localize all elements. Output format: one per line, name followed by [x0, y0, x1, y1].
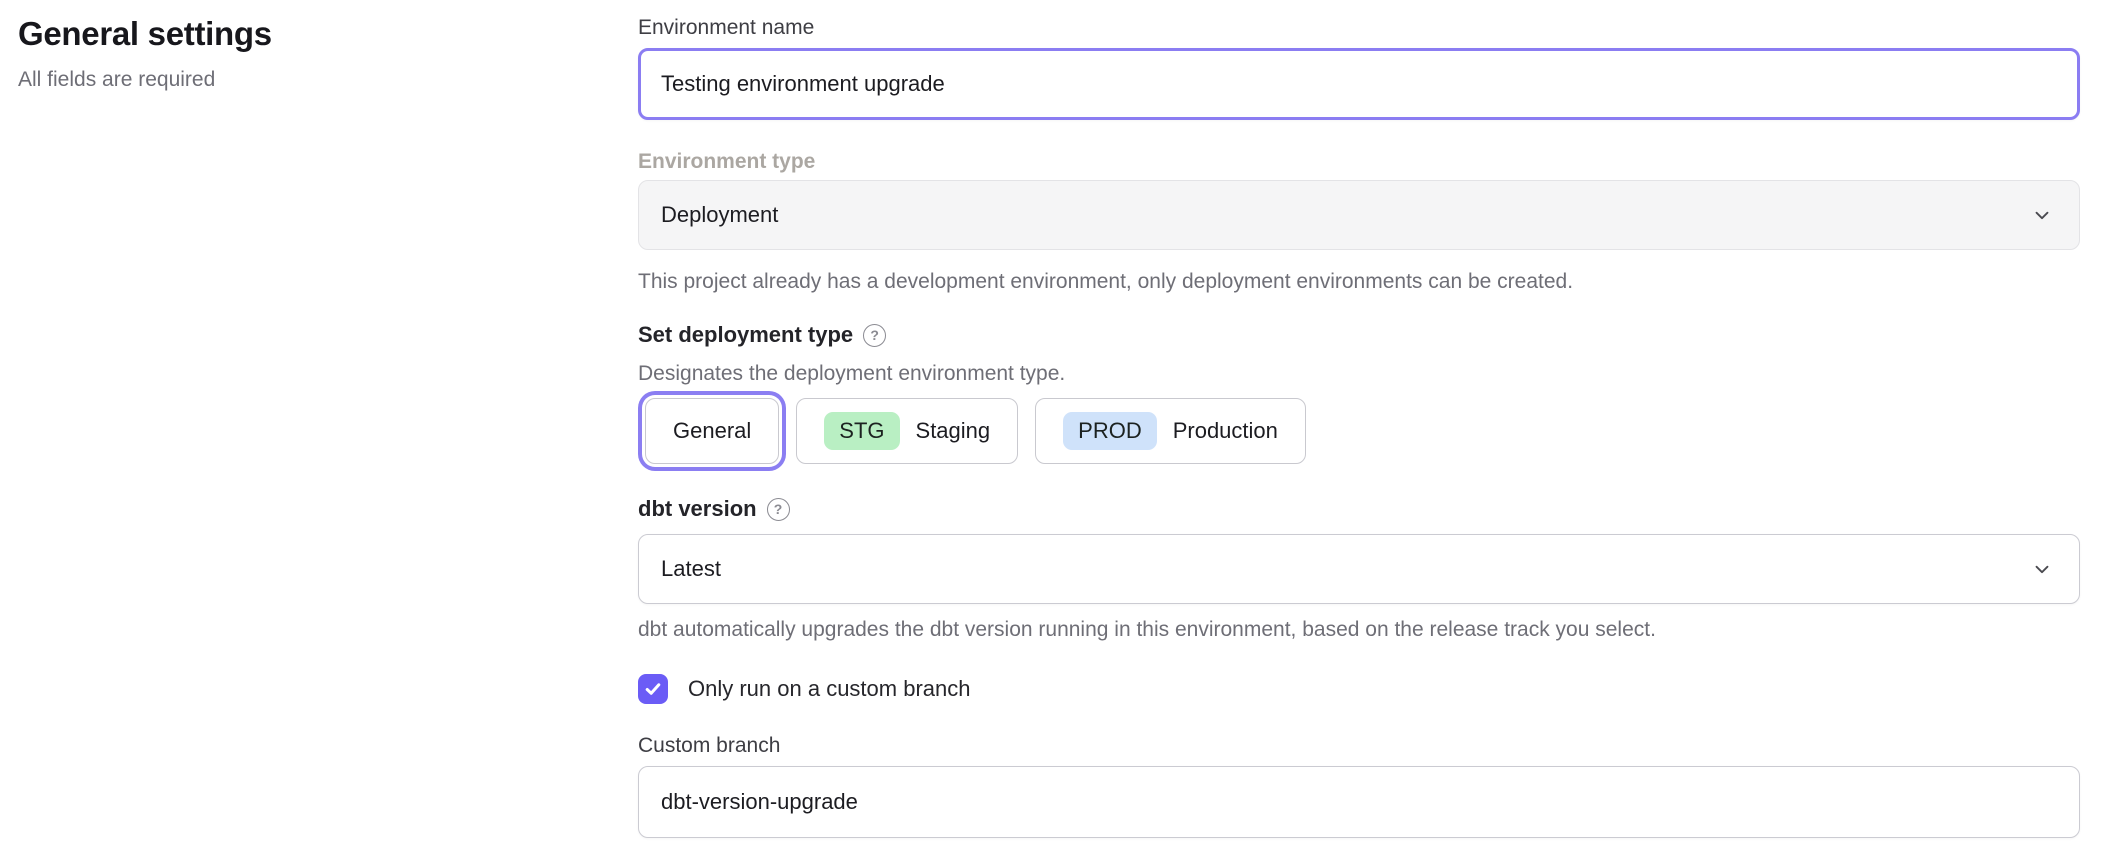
staging-badge: STG [824, 412, 899, 450]
custom-branch-input[interactable] [638, 766, 2080, 838]
dbt-version-help-text: dbt automatically upgrades the dbt versi… [638, 616, 2080, 644]
help-icon[interactable]: ? [767, 498, 790, 521]
production-badge: PROD [1063, 412, 1157, 450]
chevron-down-icon [2031, 558, 2053, 580]
deployment-type-description: Designates the deployment environment ty… [638, 360, 2080, 388]
environment-type-select[interactable]: Deployment [638, 180, 2080, 250]
custom-branch-toggle-label[interactable]: Only run on a custom branch [688, 676, 970, 702]
deployment-type-label-row: Set deployment type ? [638, 320, 2080, 350]
general-settings-page: General settings All fields are required… [0, 0, 2116, 864]
deployment-type-production-label: Production [1173, 418, 1278, 444]
chevron-down-icon [2031, 204, 2053, 226]
environment-type-value: Deployment [661, 202, 778, 228]
environment-type-help-text: This project already has a development e… [638, 268, 2080, 296]
environment-name-label: Environment name [638, 14, 2080, 42]
deployment-type-options: General STG Staging PROD Production [638, 398, 2080, 464]
dbt-version-label: dbt version [638, 494, 757, 524]
page-subtitle: All fields are required [18, 66, 598, 94]
deployment-type-label: Set deployment type [638, 320, 853, 350]
custom-branch-toggle-row: Only run on a custom branch [638, 674, 2080, 704]
deployment-type-staging-button[interactable]: STG Staging [796, 398, 1018, 464]
deployment-type-general-button[interactable]: General [645, 398, 779, 464]
deployment-type-general-label: General [673, 418, 751, 444]
help-icon[interactable]: ? [863, 324, 886, 347]
custom-branch-label: Custom branch [638, 732, 2080, 760]
dbt-version-select[interactable]: Latest [638, 534, 2080, 604]
dbt-version-label-row: dbt version ? [638, 494, 2080, 524]
settings-header: General settings All fields are required [18, 12, 598, 94]
page-title: General settings [18, 12, 598, 56]
deployment-type-production-button[interactable]: PROD Production [1035, 398, 1306, 464]
custom-branch-checkbox[interactable] [638, 674, 668, 704]
dbt-version-value: Latest [661, 556, 721, 582]
environment-type-label: Environment type [638, 148, 2080, 176]
check-icon [643, 679, 663, 699]
deployment-type-staging-label: Staging [916, 418, 991, 444]
environment-settings-form: Environment name Environment type Deploy… [638, 0, 2080, 838]
environment-name-input[interactable] [638, 48, 2080, 120]
